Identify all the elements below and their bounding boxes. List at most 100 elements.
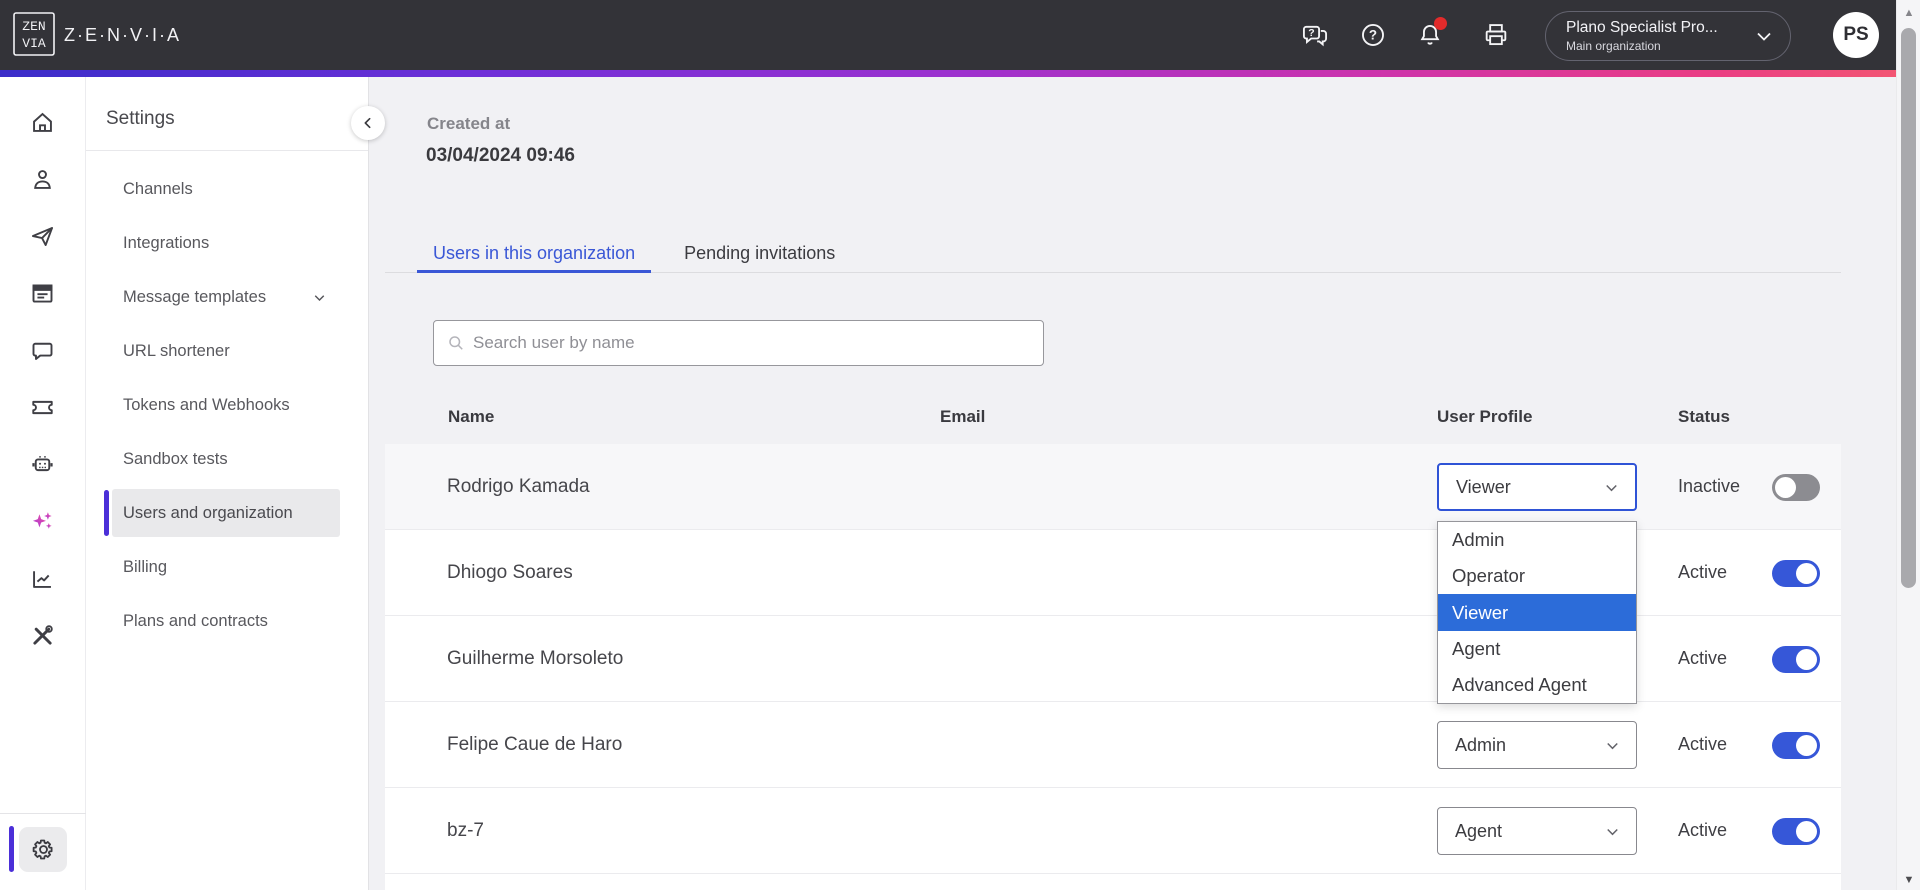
sidebar-item-tokens-and-webhooks[interactable]: Tokens and Webhooks <box>112 381 340 429</box>
user-profile-select[interactable]: Viewer <box>1437 463 1637 511</box>
sidebar-item-message-templates[interactable]: Message templates <box>112 273 340 321</box>
table-row: Rodrigo Kamada Viewer Inactive <box>385 444 1841 530</box>
home-icon[interactable] <box>0 94 85 151</box>
organization-type: Main organization <box>1566 39 1661 53</box>
support-chat-icon[interactable]: ? <box>1298 18 1332 52</box>
status-toggle[interactable] <box>1772 646 1820 673</box>
user-name: Rodrigo Kamada <box>447 475 590 497</box>
scroll-up-arrow[interactable]: ▲ <box>1897 7 1920 19</box>
sidebar-item-label: Users and organization <box>123 503 293 522</box>
sidebar-item-sandbox-tests[interactable]: Sandbox tests <box>112 435 340 483</box>
settings-sidebar: Settings Channels Integrations Message t… <box>86 77 369 890</box>
created-at-label: Created at <box>427 114 511 133</box>
page-scrollbar: ▲ ▼ <box>1896 0 1920 890</box>
toggle-knob <box>1796 563 1817 584</box>
sidebar-item-integrations[interactable]: Integrations <box>112 219 340 267</box>
sidebar-title: Settings <box>106 108 175 129</box>
search-box <box>433 320 1044 366</box>
sidebar-item-channels[interactable]: Channels <box>112 165 340 213</box>
dropdown-option-operator[interactable]: Operator <box>1438 558 1636 594</box>
user-avatar[interactable]: PS <box>1833 12 1879 58</box>
column-header-name: Name <box>448 407 495 426</box>
chat-icon[interactable] <box>0 322 85 379</box>
status-toggle[interactable] <box>1772 560 1820 587</box>
dropdown-option-agent[interactable]: Agent <box>1438 631 1636 667</box>
created-at-value: 03/04/2024 09:46 <box>426 145 575 166</box>
organization-selector[interactable]: Plano Specialist Pro... Main organizatio… <box>1545 11 1791 61</box>
table-row: Felipe Caue de Haro Admin Active <box>385 702 1841 788</box>
chevron-down-icon <box>1603 736 1622 755</box>
search-input[interactable] <box>473 333 1031 353</box>
chevron-down-icon <box>1603 822 1622 841</box>
toggle-knob <box>1796 735 1817 756</box>
column-header-user-profile: User Profile <box>1437 407 1533 426</box>
top-bar: ZEN VIA Z·E·N·V·I·A ? ? Plano Specialist… <box>0 0 1896 70</box>
ticket-icon[interactable] <box>0 379 85 436</box>
chevron-down-icon <box>1602 478 1621 497</box>
status-label: Active <box>1678 820 1728 840</box>
status-label: Inactive <box>1678 476 1741 496</box>
sidebar-item-label: Billing <box>123 557 168 576</box>
sidebar-item-label: Channels <box>123 179 193 198</box>
status-label: Active <box>1678 648 1728 668</box>
sidebar-item-label: Message templates <box>123 287 267 306</box>
dropdown-option-admin[interactable]: Admin <box>1438 522 1636 558</box>
zenvia-logo-icon: ZEN VIA <box>13 12 55 56</box>
svg-text:?: ? <box>1369 28 1377 43</box>
sidebar-item-label: Plans and contracts <box>123 611 268 630</box>
send-icon[interactable] <box>0 208 85 265</box>
scroll-down-arrow[interactable]: ▼ <box>1897 874 1920 886</box>
robot-icon[interactable] <box>0 436 85 493</box>
sidebar-item-billing[interactable]: Billing <box>112 543 340 591</box>
organization-name: Plano Specialist Pro... <box>1566 19 1718 36</box>
sidebar-item-label: URL shortener <box>123 341 230 360</box>
svg-text:?: ? <box>1308 27 1314 39</box>
chevron-down-icon <box>311 289 328 306</box>
dropdown-option-advanced-agent[interactable]: Advanced Agent <box>1438 667 1636 703</box>
tools-icon[interactable] <box>0 607 85 664</box>
user-profile-dropdown-menu: Admin Operator Viewer Agent Advanced Agent <box>1437 521 1637 704</box>
status-label: Active <box>1678 562 1728 582</box>
printer-icon[interactable] <box>1479 18 1513 52</box>
sidebar-item-plans-and-contracts[interactable]: Plans and contracts <box>112 597 340 645</box>
status-label: Active <box>1678 734 1728 754</box>
toggle-knob <box>1775 477 1796 498</box>
chart-icon[interactable] <box>0 550 85 607</box>
toggle-knob <box>1796 821 1817 842</box>
help-icon[interactable]: ? <box>1356 18 1390 52</box>
brand-wordmark: Z·E·N·V·I·A <box>64 24 181 45</box>
main-content: Created at 03/04/2024 09:46 Users in thi… <box>369 77 1896 890</box>
sidebar-items: Channels Integrations Message templates … <box>86 165 368 651</box>
sidebar-item-label: Sandbox tests <box>123 449 228 468</box>
settings-active-indicator <box>9 826 14 872</box>
sidebar-item-url-shortener[interactable]: URL shortener <box>112 327 340 375</box>
user-name: Dhiogo Soares <box>447 561 573 583</box>
toggle-knob <box>1796 649 1817 670</box>
collapse-sidebar-button[interactable] <box>351 106 385 140</box>
dropdown-option-viewer[interactable]: Viewer <box>1438 594 1636 631</box>
news-icon[interactable] <box>0 265 85 322</box>
sidebar-divider <box>86 150 368 151</box>
user-name: Guilherme Morsoleto <box>447 647 624 669</box>
scrollbar-thumb[interactable] <box>1901 28 1916 588</box>
tab-users-in-this-organization[interactable]: Users in this organization <box>417 233 651 273</box>
status-toggle[interactable] <box>1772 732 1820 759</box>
column-header-status: Status <box>1678 407 1730 426</box>
selected-profile: Agent <box>1455 820 1503 841</box>
tab-pending-invitations[interactable]: Pending invitations <box>668 233 851 273</box>
rail-divider <box>0 813 86 814</box>
user-name: bz-7 <box>447 819 484 841</box>
table-row: bz-7 Agent Active <box>385 788 1841 874</box>
user-profile-select[interactable]: Agent <box>1437 807 1637 855</box>
sidebar-item-users-and-organization[interactable]: Users and organization <box>104 489 340 537</box>
status-toggle[interactable] <box>1772 818 1820 845</box>
notifications-bell-icon[interactable] <box>1413 17 1447 52</box>
user-profile-select[interactable]: Admin <box>1437 721 1637 769</box>
person-icon[interactable] <box>0 151 85 208</box>
status-toggle[interactable] <box>1772 474 1820 501</box>
sparkles-icon[interactable] <box>0 493 85 550</box>
sidebar-item-label: Integrations <box>123 233 210 252</box>
gear-icon[interactable] <box>19 827 67 872</box>
svg-text:ZEN: ZEN <box>22 19 45 34</box>
user-name: Felipe Caue de Haro <box>447 733 623 755</box>
